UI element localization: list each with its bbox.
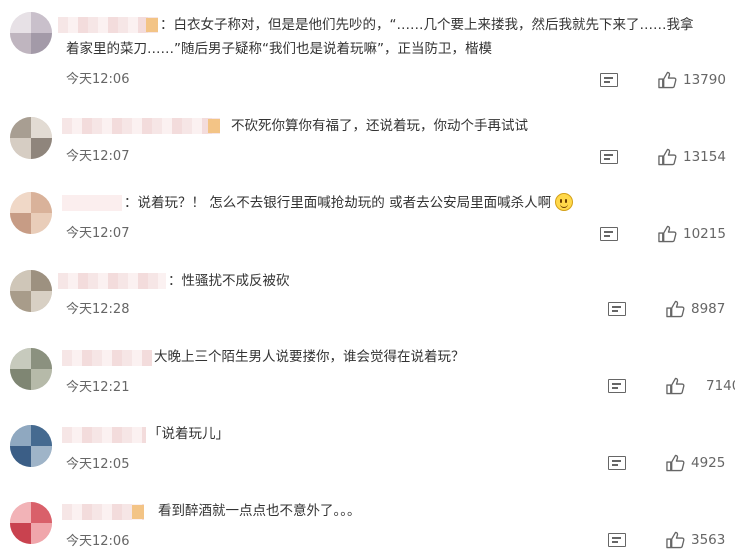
thumbs-up-icon[interactable] bbox=[658, 148, 677, 166]
comment-text: 看到醉酒就一点点也不意外了。。。 bbox=[158, 503, 361, 519]
like-count: 7140 bbox=[706, 378, 735, 394]
comment-time: 今天12:07 bbox=[66, 226, 130, 241]
comment-icon[interactable] bbox=[600, 150, 618, 164]
comment-text: 大晚上三个陌生男人说要搂你，谁会觉得在说着玩？ bbox=[154, 349, 465, 365]
comment-text: ：性骚扰不成反被砍 bbox=[168, 273, 290, 289]
username[interactable] bbox=[62, 427, 146, 443]
thumbs-up-icon[interactable] bbox=[666, 377, 685, 395]
comment-icon[interactable] bbox=[600, 73, 618, 87]
comment-time: 今天12:05 bbox=[66, 457, 130, 472]
avatar[interactable] bbox=[10, 502, 52, 544]
like-count: 13154 bbox=[683, 149, 726, 165]
comment-text: 「说着玩儿」 bbox=[148, 426, 229, 442]
avatar[interactable] bbox=[10, 117, 52, 159]
comment-item: 「说着玩儿」 今天12:05 4925 bbox=[0, 405, 735, 482]
comment-text: 着家里的菜刀……”随后男子疑称“我们也是说着玩嘛”，正当防卫，楷模 bbox=[66, 41, 492, 57]
comment-text-content: ：说着玩？！ 怎么不去银行里面喊抢劫玩的 或者去公安局里面喊杀人啊 bbox=[124, 195, 552, 211]
thumbs-up-icon[interactable] bbox=[658, 71, 677, 89]
comment-time: 今天12:06 bbox=[66, 534, 130, 549]
comment-item: ：白衣女子称对，但是是他们先吵的，“……几个要上来搂我，然后我就先下来了……我拿… bbox=[0, 0, 735, 95]
thumbs-up-icon[interactable] bbox=[658, 225, 677, 243]
username[interactable] bbox=[62, 118, 220, 134]
avatar[interactable] bbox=[10, 12, 52, 54]
like-count: 4925 bbox=[691, 455, 726, 471]
avatar[interactable] bbox=[10, 270, 52, 312]
comment-item: 不砍死你算你有福了，还说着玩，你动个手再试试 今天12:07 13154 bbox=[0, 95, 735, 172]
like-count: 13790 bbox=[683, 72, 726, 88]
thumbs-up-icon[interactable] bbox=[666, 300, 685, 318]
comment-item: ：说着玩？！ 怎么不去银行里面喊抢劫玩的 或者去公安局里面喊杀人啊 今天12:0… bbox=[0, 172, 735, 250]
comment-item: ：性骚扰不成反被砍 今天12:28 8987 bbox=[0, 250, 735, 328]
comment-text: ：说着玩？！ 怎么不去银行里面喊抢劫玩的 或者去公安局里面喊杀人啊 bbox=[124, 192, 574, 214]
username[interactable] bbox=[62, 195, 122, 211]
comment-icon[interactable] bbox=[608, 302, 626, 316]
username[interactable] bbox=[62, 350, 152, 366]
like-count: 10215 bbox=[683, 226, 726, 242]
comment-text: ：白衣女子称对，但是是他们先吵的，“……几个要上来搂我，然后我就先下来了……我拿 bbox=[160, 17, 694, 33]
avatar[interactable] bbox=[10, 348, 52, 390]
username[interactable] bbox=[58, 17, 158, 33]
comment-icon[interactable] bbox=[608, 533, 626, 547]
avatar[interactable] bbox=[10, 425, 52, 467]
smile-emoji-icon bbox=[555, 193, 574, 211]
comment-text: 不砍死你算你有福了，还说着玩，你动个手再试试 bbox=[231, 118, 528, 134]
like-count: 8987 bbox=[691, 301, 726, 317]
avatar[interactable] bbox=[10, 192, 52, 234]
comment-icon[interactable] bbox=[600, 227, 618, 241]
thumbs-up-icon[interactable] bbox=[666, 454, 685, 472]
comment-icon[interactable] bbox=[608, 456, 626, 470]
comment-item: 大晚上三个陌生男人说要搂你，谁会觉得在说着玩？ 今天12:21 7140 bbox=[0, 328, 735, 405]
comment-time: 今天12:07 bbox=[66, 149, 130, 164]
thumbs-up-icon[interactable] bbox=[666, 531, 685, 549]
comment-time: 今天12:06 bbox=[66, 72, 130, 87]
comment-icon[interactable] bbox=[608, 379, 626, 393]
like-count: 3563 bbox=[691, 532, 726, 548]
username[interactable] bbox=[62, 504, 144, 520]
comment-time: 今天12:28 bbox=[66, 302, 130, 317]
comment-time: 今天12:21 bbox=[66, 380, 130, 395]
username[interactable] bbox=[58, 273, 166, 289]
comment-item: 看到醉酒就一点点也不意外了。。。 今天12:06 3563 bbox=[0, 482, 735, 557]
